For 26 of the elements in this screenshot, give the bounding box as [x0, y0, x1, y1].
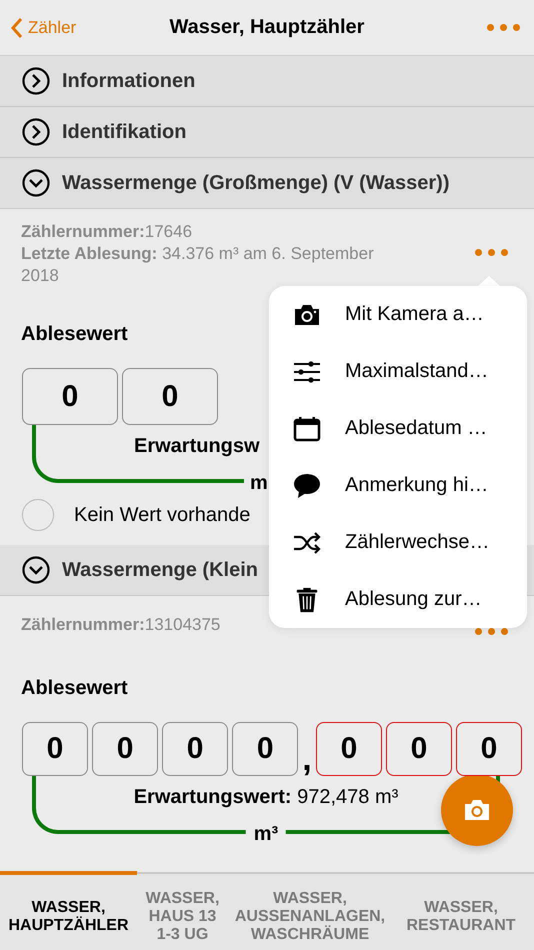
menu-item[interactable]: Mit Kamera a… [269, 286, 527, 343]
reading-value-label: Ablesewert [21, 323, 129, 346]
decimal-digit-field[interactable]: 0 [456, 722, 522, 776]
no-value-label: Kein Wert vorhande [74, 504, 250, 526]
section-header[interactable]: Identifikation [0, 107, 534, 158]
decimal-comma: , [302, 742, 312, 776]
section-header[interactable]: Informationen [0, 56, 534, 107]
digit-field[interactable]: 0 [92, 722, 158, 776]
reading-value-label: Ablesewert [21, 677, 129, 700]
digit-field[interactable]: 0 [232, 722, 298, 776]
meter-info-text: Zählernummer:13104375 [21, 614, 220, 636]
menu-item[interactable]: Ablesedatum … [269, 400, 527, 457]
tab[interactable]: WASSER, HAUPTZÄHLER [0, 871, 137, 950]
digit-field[interactable]: 0 [162, 722, 228, 776]
decimal-digit-field[interactable]: 0 [316, 722, 382, 776]
expected-value-text: Erwartungsw [134, 435, 260, 458]
expected-value-text: Erwartungswert: 972,478 m³ [134, 786, 398, 809]
digit-field[interactable]: 0 [22, 368, 118, 425]
decimal-digit-field[interactable]: 0 [386, 722, 452, 776]
menu-item[interactable]: Maximalstand… [269, 343, 527, 400]
digit-field[interactable]: 0 [22, 722, 88, 776]
page-title: Wasser, Hauptzähler [170, 16, 364, 38]
meter-info-text: Zählernummer:17646 Letzte Ablesung: 34.376 m³ am 6. September 2018 [21, 221, 375, 287]
menu-item[interactable]: Anmerkung hi… [269, 457, 527, 514]
section-header[interactable]: Wassermenge (Großmenge) (V (Wasser)) [0, 158, 534, 209]
digit-field[interactable]: 0 [122, 368, 218, 425]
